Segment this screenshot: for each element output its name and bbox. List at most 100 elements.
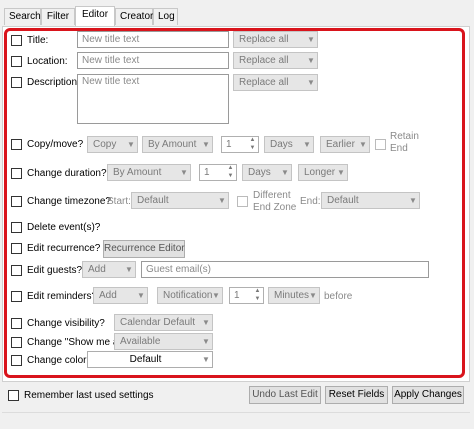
- title-label: Title:: [27, 35, 49, 46]
- copy-move-unit-select[interactable]: Days ▼: [264, 136, 314, 153]
- description-mode-value: Replace all: [239, 77, 289, 88]
- color-select[interactable]: Default ▼: [87, 351, 213, 368]
- timezone-end-label: End:: [300, 196, 321, 207]
- chevron-down-icon: ▼: [127, 140, 135, 149]
- guests-checkbox[interactable]: [11, 265, 22, 276]
- chevron-down-icon: ▼: [337, 168, 345, 177]
- spin-up-icon[interactable]: ▲: [253, 288, 262, 295]
- tab-creator[interactable]: Creator: [115, 8, 153, 25]
- reminders-before-label: before: [324, 291, 353, 302]
- duration-checkbox[interactable]: [11, 168, 22, 179]
- guests-action-select[interactable]: Add ▼: [82, 261, 136, 278]
- chevron-down-icon: ▼: [309, 291, 317, 300]
- reset-fields-button[interactable]: Reset Fields: [325, 386, 388, 404]
- tab-search[interactable]: Search: [4, 8, 41, 25]
- duration-direction-select[interactable]: Longer ▼: [298, 164, 348, 181]
- visibility-value: Calendar Default: [120, 317, 196, 328]
- chevron-down-icon: ▼: [359, 140, 367, 149]
- copy-move-amount-spinner[interactable]: 1 ▲ ▼: [221, 136, 259, 153]
- location-mode-value: Replace all: [239, 55, 289, 66]
- guests-action-value: Add: [88, 264, 106, 275]
- duration-unit-select[interactable]: Days ▼: [242, 164, 292, 181]
- retain-end-checkbox[interactable]: [375, 139, 386, 150]
- reminders-type-value: Notification: [163, 290, 213, 301]
- tab-log[interactable]: Log: [153, 8, 178, 25]
- chevron-down-icon: ▼: [218, 196, 226, 205]
- guests-email-input[interactable]: Guest email(s): [141, 261, 429, 278]
- chevron-down-icon: ▼: [307, 78, 315, 87]
- different-end-zone-checkbox[interactable]: [237, 196, 248, 207]
- chevron-down-icon: ▼: [202, 140, 210, 149]
- show-me-as-select[interactable]: Available ▼: [114, 333, 213, 350]
- different-end-zone-label-line1: Different: [253, 190, 291, 201]
- duration-by-value: By Amount: [113, 167, 162, 178]
- reminders-action-select[interactable]: Add ▼: [93, 287, 148, 304]
- retain-end-label-line1: Retain: [390, 131, 419, 142]
- title-mode-select[interactable]: Replace all ▼: [233, 31, 318, 48]
- visibility-label: Change visibility?: [27, 318, 105, 329]
- horizontal-scrollbar[interactable]: [2, 412, 470, 426]
- duration-amount-spinner[interactable]: 1 ▲ ▼: [199, 164, 237, 181]
- description-input[interactable]: New title text: [77, 74, 229, 124]
- spin-up-icon[interactable]: ▲: [226, 165, 235, 172]
- chevron-down-icon: ▼: [409, 196, 417, 205]
- chevron-down-icon: ▼: [303, 140, 311, 149]
- chevron-down-icon: ▼: [307, 35, 315, 44]
- timezone-checkbox[interactable]: [11, 196, 22, 207]
- copy-move-action-select[interactable]: Copy ▼: [87, 136, 138, 153]
- chevron-down-icon: ▼: [202, 355, 210, 364]
- reminders-amount-value: 1: [234, 290, 240, 301]
- copy-move-action-value: Copy: [93, 139, 117, 150]
- copy-move-checkbox[interactable]: [11, 139, 22, 150]
- spin-up-icon[interactable]: ▲: [248, 137, 257, 144]
- visibility-select[interactable]: Calendar Default ▼: [114, 314, 213, 331]
- different-end-zone-label-line2: End Zone: [253, 202, 297, 213]
- timezone-start-select[interactable]: Default ▼: [131, 192, 229, 209]
- reminders-checkbox[interactable]: [11, 291, 22, 302]
- spin-down-icon[interactable]: ▼: [248, 145, 257, 152]
- visibility-checkbox[interactable]: [11, 318, 22, 329]
- show-me-as-checkbox[interactable]: [11, 337, 22, 348]
- description-label: Description:: [27, 77, 80, 88]
- timezone-end-value: Default: [327, 195, 359, 206]
- reminders-type-select[interactable]: Notification ▼: [157, 287, 223, 304]
- copy-move-by-select[interactable]: By Amount ▼: [142, 136, 213, 153]
- chevron-down-icon: ▼: [202, 337, 210, 346]
- tab-filter[interactable]: Filter: [41, 8, 75, 25]
- recurrence-editor-button[interactable]: Recurrence Editor: [103, 240, 185, 258]
- copy-move-amount-value: 1: [226, 139, 232, 150]
- chevron-down-icon: ▼: [281, 168, 289, 177]
- reminders-unit-select[interactable]: Minutes ▼: [268, 287, 320, 304]
- title-mode-value: Replace all: [239, 34, 289, 45]
- copy-move-direction-select[interactable]: Earlier ▼: [320, 136, 370, 153]
- chevron-down-icon: ▼: [125, 265, 133, 274]
- duration-label: Change duration?: [27, 168, 107, 179]
- duration-unit-value: Days: [248, 167, 271, 178]
- copy-move-direction-value: Earlier: [326, 139, 355, 150]
- duration-amount-value: 1: [204, 167, 210, 178]
- apply-changes-button[interactable]: Apply Changes: [392, 386, 464, 404]
- location-mode-select[interactable]: Replace all ▼: [233, 52, 318, 69]
- duration-direction-value: Longer: [304, 167, 336, 178]
- reminders-amount-spinner[interactable]: 1 ▲ ▼: [229, 287, 264, 304]
- location-input[interactable]: New title text: [77, 52, 229, 69]
- guests-label: Edit guests?: [27, 265, 83, 276]
- description-checkbox[interactable]: [11, 77, 22, 88]
- undo-last-edit-button[interactable]: Undo Last Edit: [249, 386, 321, 404]
- location-checkbox[interactable]: [11, 56, 22, 67]
- spin-down-icon[interactable]: ▼: [226, 173, 235, 180]
- remember-settings-checkbox[interactable]: [8, 390, 19, 401]
- location-label: Location:: [27, 56, 68, 67]
- title-checkbox[interactable]: [11, 35, 22, 46]
- retain-end-label-line2: End: [390, 143, 408, 154]
- recurrence-checkbox[interactable]: [11, 243, 22, 254]
- color-checkbox[interactable]: [11, 355, 22, 366]
- tab-editor[interactable]: Editor: [75, 6, 115, 26]
- spin-down-icon[interactable]: ▼: [253, 296, 262, 303]
- title-input[interactable]: New title text: [77, 31, 229, 48]
- reminders-action-value: Add: [99, 290, 117, 301]
- timezone-end-select[interactable]: Default ▼: [321, 192, 420, 209]
- description-mode-select[interactable]: Replace all ▼: [233, 74, 318, 91]
- delete-checkbox[interactable]: [11, 222, 22, 233]
- duration-by-select[interactable]: By Amount ▼: [107, 164, 191, 181]
